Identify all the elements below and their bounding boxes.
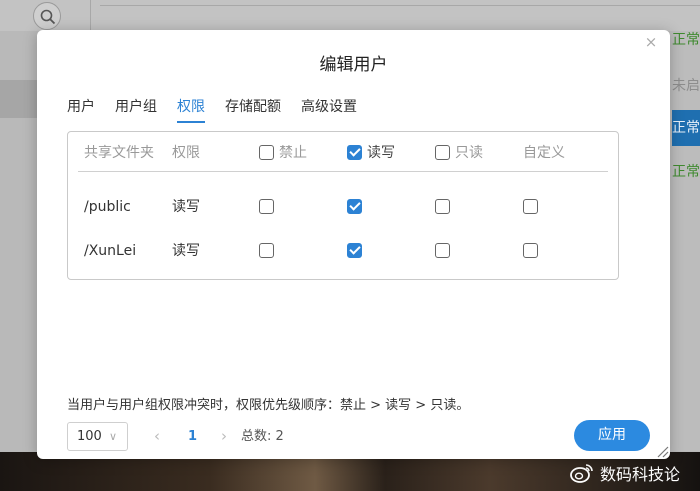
header-deny-label: 禁止 xyxy=(279,145,307,161)
table-row: /public 读写 xyxy=(68,194,620,220)
table-header-row: 共享文件夹 权限 禁止 读写 只读 自定义 xyxy=(68,140,620,166)
deny-checkbox[interactable] xyxy=(259,199,274,214)
tab-user[interactable]: 用户 xyxy=(67,96,95,123)
background-divider xyxy=(100,5,700,6)
background-divider xyxy=(90,0,91,31)
watermark: 数码科技论 xyxy=(570,460,680,486)
background-status: 正常 xyxy=(672,164,700,180)
deny-all-checkbox[interactable] xyxy=(259,145,274,160)
priority-note: 当用户与用户组权限冲突时，权限优先级顺序：禁止 > 读写 > 只读。 xyxy=(67,398,470,413)
permission-value: 读写 xyxy=(172,243,200,259)
background-status: 正常 xyxy=(672,32,700,48)
read-only-checkbox[interactable] xyxy=(435,243,450,258)
table-row: /XunLei 读写 xyxy=(68,238,620,264)
header-custom: 自定义 xyxy=(523,145,565,161)
tab-permissions[interactable]: 权限 xyxy=(177,96,205,123)
read-only-all-checkbox[interactable] xyxy=(435,145,450,160)
background-status: 未启 xyxy=(672,78,700,94)
background-search-button[interactable] xyxy=(33,2,61,30)
tab-user-group[interactable]: 用户组 xyxy=(115,96,157,123)
tab-advanced-settings[interactable]: 高级设置 xyxy=(301,96,357,123)
folder-name: /public xyxy=(84,199,131,215)
header-permission: 权限 xyxy=(172,145,200,161)
custom-checkbox[interactable] xyxy=(523,243,538,258)
apply-button[interactable]: 应用 xyxy=(574,420,650,451)
page-size-select[interactable]: 100 ∨ xyxy=(67,422,128,451)
header-shared-folder: 共享文件夹 xyxy=(84,145,154,161)
header-read-write-label: 读写 xyxy=(367,145,395,161)
chevron-down-icon: ∨ xyxy=(109,430,118,443)
weibo-logo-icon xyxy=(570,462,594,484)
read-write-checkbox[interactable] xyxy=(347,199,362,214)
resize-handle-icon[interactable] xyxy=(655,444,669,458)
dialog-title: 编辑用户 xyxy=(319,55,388,75)
tab-storage-quota[interactable]: 存储配额 xyxy=(225,96,281,123)
edit-user-dialog: × 编辑用户 用户 用户组 权限 存储配额 高级设置 共享文件夹 权限 禁止 读… xyxy=(37,30,670,459)
read-write-all-checkbox[interactable] xyxy=(347,145,362,160)
close-icon[interactable]: × xyxy=(642,33,660,51)
page-size-value: 100 xyxy=(77,429,102,444)
custom-checkbox[interactable] xyxy=(523,199,538,214)
page-number-current[interactable]: 1 xyxy=(188,422,197,451)
read-only-checkbox[interactable] xyxy=(435,199,450,214)
header-divider xyxy=(78,171,608,172)
permission-value: 读写 xyxy=(172,199,200,215)
next-page-button[interactable]: › xyxy=(221,422,227,451)
search-icon xyxy=(40,9,56,25)
read-write-checkbox[interactable] xyxy=(347,243,362,258)
tab-bar: 用户 用户组 权限 存储配额 高级设置 xyxy=(67,96,377,124)
folder-name: /XunLei xyxy=(84,243,137,259)
background-status: 正常 xyxy=(672,110,700,146)
deny-checkbox[interactable] xyxy=(259,243,274,258)
permissions-table: 共享文件夹 权限 禁止 读写 只读 自定义 /public 读写 /XunLei… xyxy=(67,131,619,280)
background-list-row xyxy=(0,80,40,118)
watermark-text: 数码科技论 xyxy=(600,465,681,484)
prev-page-button[interactable]: ‹ xyxy=(154,422,160,451)
header-read-only-label: 只读 xyxy=(455,145,483,161)
total-count: 总数: 2 xyxy=(241,429,284,444)
